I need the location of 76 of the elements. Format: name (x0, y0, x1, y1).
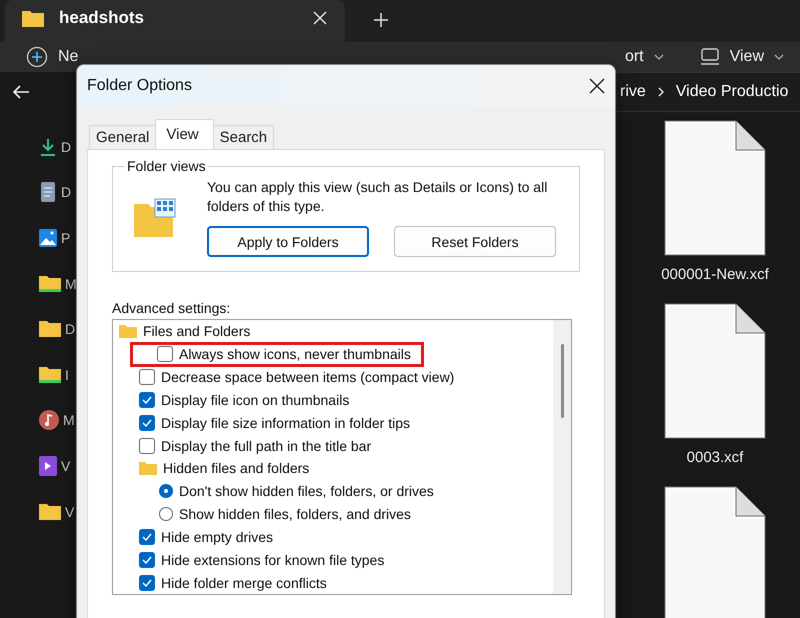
new-button[interactable]: Ne (22, 42, 82, 72)
dialog-tab[interactable]: General (89, 125, 156, 149)
checkbox[interactable] (139, 528, 155, 545)
sidebar-item[interactable]: D (61, 184, 72, 200)
setting-label: Hide empty drives (161, 528, 274, 545)
folder-icon (119, 324, 137, 338)
document-icon (38, 181, 58, 204)
file-name[interactable]: 000001-New.xcf (661, 266, 769, 283)
checkbox[interactable] (139, 414, 155, 431)
folder-grid-icon (133, 198, 177, 238)
folder-icon (38, 319, 62, 340)
monitor-icon (700, 48, 720, 66)
plus-icon[interactable] (373, 12, 389, 28)
sidebar-item[interactable]: I (65, 366, 69, 383)
close-icon[interactable] (589, 78, 605, 94)
setting-label: Show hidden files, folders, and drives (179, 506, 411, 522)
folder-icon (38, 274, 62, 294)
sidebar-item[interactable]: P (61, 230, 70, 246)
picture-icon (38, 228, 58, 248)
sidebar-item[interactable]: D (61, 138, 72, 155)
scrollbar-thumb[interactable] (560, 344, 564, 418)
folder-icon (139, 461, 157, 476)
breadcrumb-item[interactable]: rive (620, 83, 646, 101)
sort-button[interactable]: ort (620, 44, 668, 70)
explorer-tab[interactable]: headshots (5, 0, 345, 42)
video-icon (38, 454, 58, 477)
setting-label: Display file icon on thumbnails (161, 392, 350, 408)
file-icon[interactable] (664, 486, 766, 618)
checkbox[interactable] (157, 346, 173, 362)
dialog-button[interactable]: Reset Folders (394, 226, 556, 257)
checkbox[interactable] (139, 438, 155, 454)
advanced-settings-label: Advanced settings: (112, 300, 232, 316)
setting-label: Display the full path in the title bar (161, 438, 372, 454)
file-name[interactable]: 0003.xcf (686, 449, 744, 466)
view-button[interactable]: View (696, 44, 788, 70)
setting-label: Hidden files and folders (163, 460, 310, 476)
tab-title: headshots (59, 8, 146, 28)
dialog-tab[interactable]: View (155, 119, 214, 149)
checkbox[interactable] (139, 552, 155, 568)
scrollbar[interactable] (553, 320, 571, 594)
setting-label: Always show icons, never thumbnails (179, 346, 411, 362)
caret-icon (774, 54, 784, 60)
setting-label: Hide folder merge conflicts (161, 574, 327, 591)
setting-label: Hide extensions for known file types (161, 552, 384, 568)
sidebar-item[interactable]: D (65, 321, 76, 338)
folder-views-description: You can apply this view (such as Details or Icons) to all folders of this type. (207, 178, 548, 216)
radio-button[interactable] (159, 507, 173, 522)
dialog-title: Folder Options (87, 77, 193, 95)
download-icon (38, 136, 58, 157)
music-icon (38, 409, 60, 432)
sidebar-item[interactable]: M (63, 412, 75, 428)
sidebar-item[interactable]: M (65, 276, 77, 292)
folder-icon (21, 8, 45, 28)
setting-label: Decrease space between items (compact view) (161, 369, 454, 386)
folder-icon (38, 502, 62, 522)
group-title: Folder views (125, 158, 208, 174)
checkbox[interactable] (139, 574, 155, 591)
back-arrow-icon[interactable] (12, 84, 30, 100)
address-bar[interactable]: rive Video Productio (616, 72, 800, 112)
setting-label: Don't show hidden files, folders, or drives (179, 483, 434, 500)
chevron-right-icon (658, 87, 664, 97)
caret-icon (654, 54, 664, 60)
dialog-button[interactable]: Apply to Folders (207, 226, 369, 257)
checkbox[interactable] (139, 369, 155, 386)
dialog-tab[interactable]: Search (212, 125, 274, 149)
sidebar-item[interactable]: V (65, 504, 74, 520)
setting-label: Display file size information in folder tips (161, 414, 410, 431)
file-icon[interactable] (664, 120, 766, 256)
folder-icon (38, 364, 62, 385)
plus-circle-icon (26, 46, 48, 68)
breadcrumb-item[interactable]: Video Productio (676, 83, 788, 101)
setting-label: Files and Folders (143, 323, 250, 340)
sidebar-item[interactable]: V (61, 458, 70, 474)
radio-button[interactable] (159, 484, 173, 498)
checkbox[interactable] (139, 392, 155, 408)
file-icon[interactable] (664, 303, 766, 439)
